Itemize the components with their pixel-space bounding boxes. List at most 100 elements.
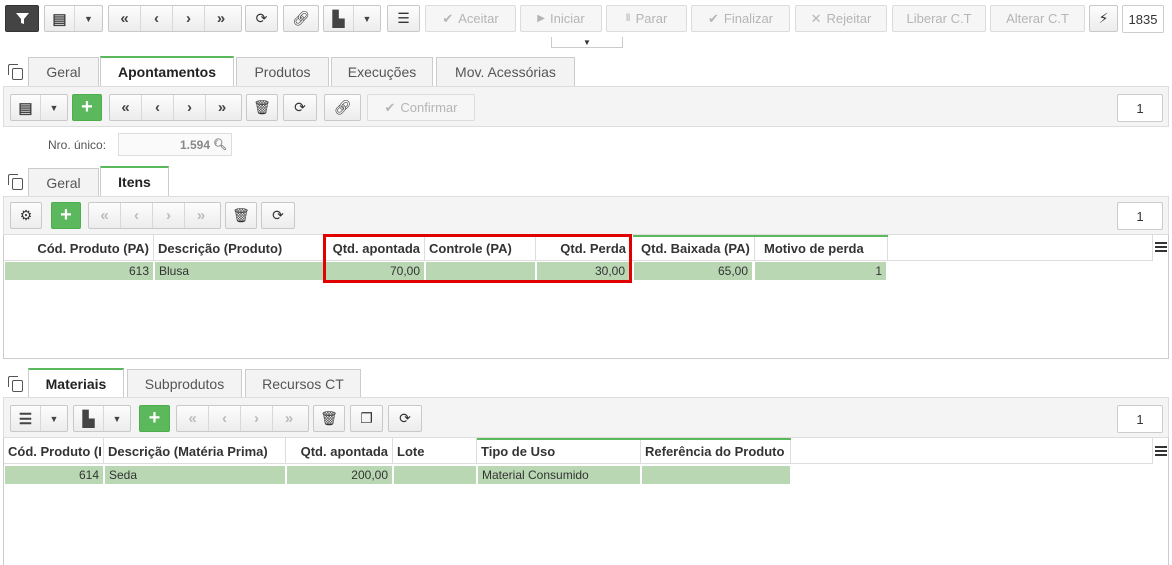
tab-apontamentos[interactable]: Apontamentos bbox=[100, 56, 234, 86]
filter-icon bbox=[15, 13, 29, 24]
col-header[interactable]: Qtd. Baixada (PA) bbox=[637, 235, 755, 261]
first-record-icon[interactable]: « bbox=[177, 406, 209, 431]
refresh-button[interactable]: ⟳ bbox=[388, 405, 422, 432]
last-record-icon[interactable]: » bbox=[185, 203, 217, 228]
add-button[interactable]: + bbox=[51, 202, 81, 229]
add-button[interactable]: + bbox=[139, 405, 170, 432]
rejeitar-button[interactable]: ✕ Rejeitar bbox=[795, 5, 887, 32]
column-menu-icon[interactable] bbox=[1155, 446, 1167, 456]
iniciar-button[interactable]: ▶ Iniciar bbox=[520, 5, 602, 32]
attach-button[interactable]: 🔗︎ bbox=[283, 5, 319, 32]
record-counter[interactable]: 1 bbox=[1117, 202, 1163, 230]
aceitar-button[interactable]: ✔ Aceitar bbox=[425, 5, 516, 32]
navigation-group[interactable]: « ‹ › » bbox=[176, 405, 309, 432]
alterar-ct-button[interactable]: Alterar C.T bbox=[990, 5, 1085, 32]
tab-mov-acessorias[interactable]: Mov. Acessórias bbox=[436, 57, 575, 86]
tab-label: Geral bbox=[46, 175, 81, 191]
prev-record-icon[interactable]: ‹ bbox=[141, 6, 173, 31]
chevron-down-icon[interactable]: ▼ bbox=[41, 406, 67, 431]
liberar-ct-button[interactable]: Liberar C.T bbox=[892, 5, 986, 32]
view-group[interactable]: ▤ ▼ bbox=[44, 5, 103, 32]
chevron-down-icon[interactable]: ▼ bbox=[354, 6, 380, 31]
first-record-icon[interactable]: « bbox=[109, 6, 141, 31]
tab-label: Materiais bbox=[45, 376, 107, 392]
refresh-button[interactable]: ⟳ bbox=[245, 5, 278, 32]
report-group[interactable]: ▙ ▼ bbox=[323, 5, 381, 32]
search-icon[interactable]: 🔍︎ bbox=[213, 138, 227, 151]
col-header[interactable]: Lote bbox=[393, 438, 477, 464]
tab-label: Geral bbox=[46, 64, 81, 80]
col-header[interactable]: Qtd. apontada bbox=[286, 438, 393, 464]
table-cell bbox=[394, 466, 476, 484]
prev-record-icon[interactable]: ‹ bbox=[121, 203, 153, 228]
delete-button[interactable]: 🗑︎ bbox=[225, 202, 257, 229]
tab-itens[interactable]: Itens bbox=[100, 166, 169, 196]
col-header[interactable]: Cód. Produto (I bbox=[4, 438, 104, 464]
col-header[interactable]: Referência do Produto bbox=[641, 438, 791, 464]
action-button[interactable]: ⚡︎ bbox=[1089, 5, 1118, 32]
last-record-icon[interactable]: » bbox=[205, 6, 237, 31]
finalizar-label: Finalizar bbox=[723, 11, 774, 26]
tab-subprodutos[interactable]: Subprodutos bbox=[127, 369, 242, 398]
first-record-icon[interactable]: « bbox=[110, 95, 142, 120]
document-icon[interactable]: ▙ bbox=[324, 6, 354, 31]
view-group[interactable]: ☰ ▼ bbox=[10, 405, 68, 432]
filter-button[interactable] bbox=[5, 5, 39, 32]
tab-produtos[interactable]: Produtos bbox=[236, 57, 329, 86]
next-record-icon[interactable]: › bbox=[153, 203, 185, 228]
report-group[interactable]: ▙ ▼ bbox=[73, 405, 131, 432]
tab-label: Mov. Acessórias bbox=[455, 64, 556, 80]
record-counter[interactable]: 1 bbox=[1117, 405, 1163, 433]
view-group[interactable]: ▤ ▼ bbox=[10, 94, 68, 121]
add-button[interactable]: + bbox=[72, 94, 102, 121]
nro-unico-field[interactable]: 1.594 🔍︎ bbox=[118, 133, 232, 156]
last-record-icon[interactable]: » bbox=[273, 406, 305, 431]
tab-recursos-ct[interactable]: Recursos CT bbox=[245, 369, 361, 398]
copy-icon[interactable] bbox=[8, 64, 23, 80]
next-record-icon[interactable]: › bbox=[173, 6, 205, 31]
copy-icon[interactable] bbox=[8, 174, 23, 190]
navigation-group[interactable]: « ‹ › » bbox=[109, 94, 242, 121]
navigation-group[interactable]: « ‹ › » bbox=[108, 5, 242, 32]
tab-materiais[interactable]: Materiais bbox=[28, 368, 124, 398]
paperclip-icon: 🔗︎ bbox=[292, 10, 310, 26]
settings-button[interactable]: ⚙︎ bbox=[10, 202, 42, 229]
first-record-icon[interactable]: « bbox=[89, 203, 121, 228]
confirmar-button[interactable]: ✔ Confirmar bbox=[367, 94, 475, 121]
attach-button[interactable]: 🔗︎ bbox=[324, 94, 361, 121]
next-record-icon[interactable]: › bbox=[174, 95, 206, 120]
col-header[interactable]: Tipo de Uso bbox=[477, 438, 641, 464]
chevron-down-icon[interactable]: ▼ bbox=[104, 406, 130, 431]
prev-record-icon[interactable]: ‹ bbox=[142, 95, 174, 120]
tab-execucoes[interactable]: Execuções bbox=[331, 57, 433, 86]
parar-button[interactable]: Ⅱ Parar bbox=[606, 5, 687, 32]
col-header[interactable]: Descrição (Produto) bbox=[154, 235, 325, 261]
record-counter[interactable]: 1 bbox=[1117, 94, 1163, 122]
col-header[interactable]: Descrição (Matéria Prima) bbox=[104, 438, 286, 464]
col-header[interactable]: Motivo de perda bbox=[760, 235, 888, 261]
grid-view-icon[interactable]: ▤ bbox=[45, 6, 75, 31]
refresh-button[interactable]: ⟳ bbox=[261, 202, 295, 229]
collapse-toggle[interactable]: ▼ bbox=[551, 37, 623, 48]
duplicate-button[interactable]: ❐ bbox=[350, 405, 383, 432]
list-button[interactable]: ☰ bbox=[387, 5, 420, 32]
tab-geral[interactable]: Geral bbox=[28, 168, 99, 197]
prev-record-icon[interactable]: ‹ bbox=[209, 406, 241, 431]
document-icon[interactable]: ▙ bbox=[74, 406, 104, 431]
chevron-down-icon[interactable]: ▼ bbox=[75, 6, 102, 31]
col-header[interactable]: Cód. Produto (PA) bbox=[4, 235, 154, 261]
chevron-down-icon[interactable]: ▼ bbox=[41, 95, 67, 120]
finalizar-button[interactable]: ✔ Finalizar bbox=[691, 5, 790, 32]
tab-geral[interactable]: Geral bbox=[28, 57, 99, 86]
refresh-button[interactable]: ⟳ bbox=[283, 94, 317, 121]
copy-icon[interactable] bbox=[8, 376, 23, 392]
delete-button[interactable]: 🗑︎ bbox=[246, 94, 278, 121]
navigation-group[interactable]: « ‹ › » bbox=[88, 202, 221, 229]
next-record-icon[interactable]: › bbox=[241, 406, 273, 431]
delete-button[interactable]: 🗑︎ bbox=[313, 405, 345, 432]
last-record-icon[interactable]: » bbox=[206, 95, 238, 120]
record-counter[interactable]: 1835 bbox=[1122, 5, 1164, 33]
column-menu-icon[interactable] bbox=[1155, 242, 1167, 252]
list-view-icon[interactable]: ☰ bbox=[11, 406, 41, 431]
grid-view-icon[interactable]: ▤ bbox=[11, 95, 41, 120]
